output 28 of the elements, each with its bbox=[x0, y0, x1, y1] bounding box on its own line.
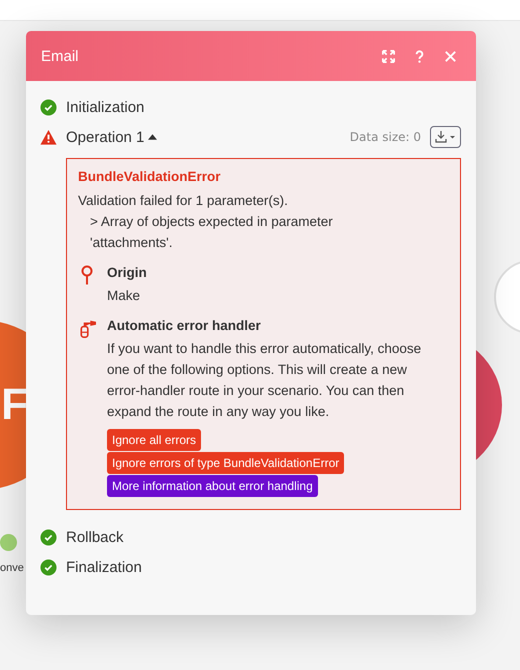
caret-icon[interactable] bbox=[148, 134, 158, 140]
handler-description: If you want to handle this error automatically, choose one of the following options. This will create a new error-handler route in your scenario. You can then expand the route in any way you like. bbox=[107, 340, 422, 421]
download-button[interactable] bbox=[430, 126, 461, 148]
close-icon[interactable] bbox=[443, 48, 458, 64]
check-circle-icon bbox=[40, 98, 57, 116]
module-caption: onve bbox=[0, 562, 24, 574]
error-name: BundleValidationError bbox=[78, 169, 222, 184]
action-button[interactable]: Ignore all errors bbox=[107, 429, 202, 451]
origin-title: Origin bbox=[107, 265, 148, 280]
action-button[interactable]: More information about error handling bbox=[107, 475, 318, 497]
error-detail: > Array of objects expected in parameter 'attachments'. bbox=[89, 213, 334, 252]
warning-icon bbox=[40, 128, 57, 146]
origin-value: Make bbox=[107, 287, 142, 305]
step-label[interactable]: Rollback bbox=[66, 528, 124, 546]
step-label[interactable]: Finalization bbox=[66, 558, 142, 576]
step-label[interactable]: Initialization bbox=[66, 98, 144, 116]
data-size: Data size: 0 bbox=[350, 130, 421, 144]
expand-icon[interactable] bbox=[381, 48, 396, 64]
check-circle-icon bbox=[40, 558, 57, 576]
check-circle-icon bbox=[40, 528, 57, 546]
dialog-title: Email bbox=[41, 48, 80, 64]
error-message: Validation failed for 1 parameter(s). bbox=[78, 192, 289, 210]
module-letter: F bbox=[1, 380, 28, 430]
action-button[interactable]: Ignore errors of type BundleValidationError bbox=[107, 452, 344, 474]
handler-title: Automatic error handler bbox=[107, 318, 262, 333]
extinguisher-icon bbox=[78, 318, 96, 340]
step-label[interactable]: Operation 1 bbox=[66, 128, 144, 146]
download-icon bbox=[434, 130, 456, 144]
